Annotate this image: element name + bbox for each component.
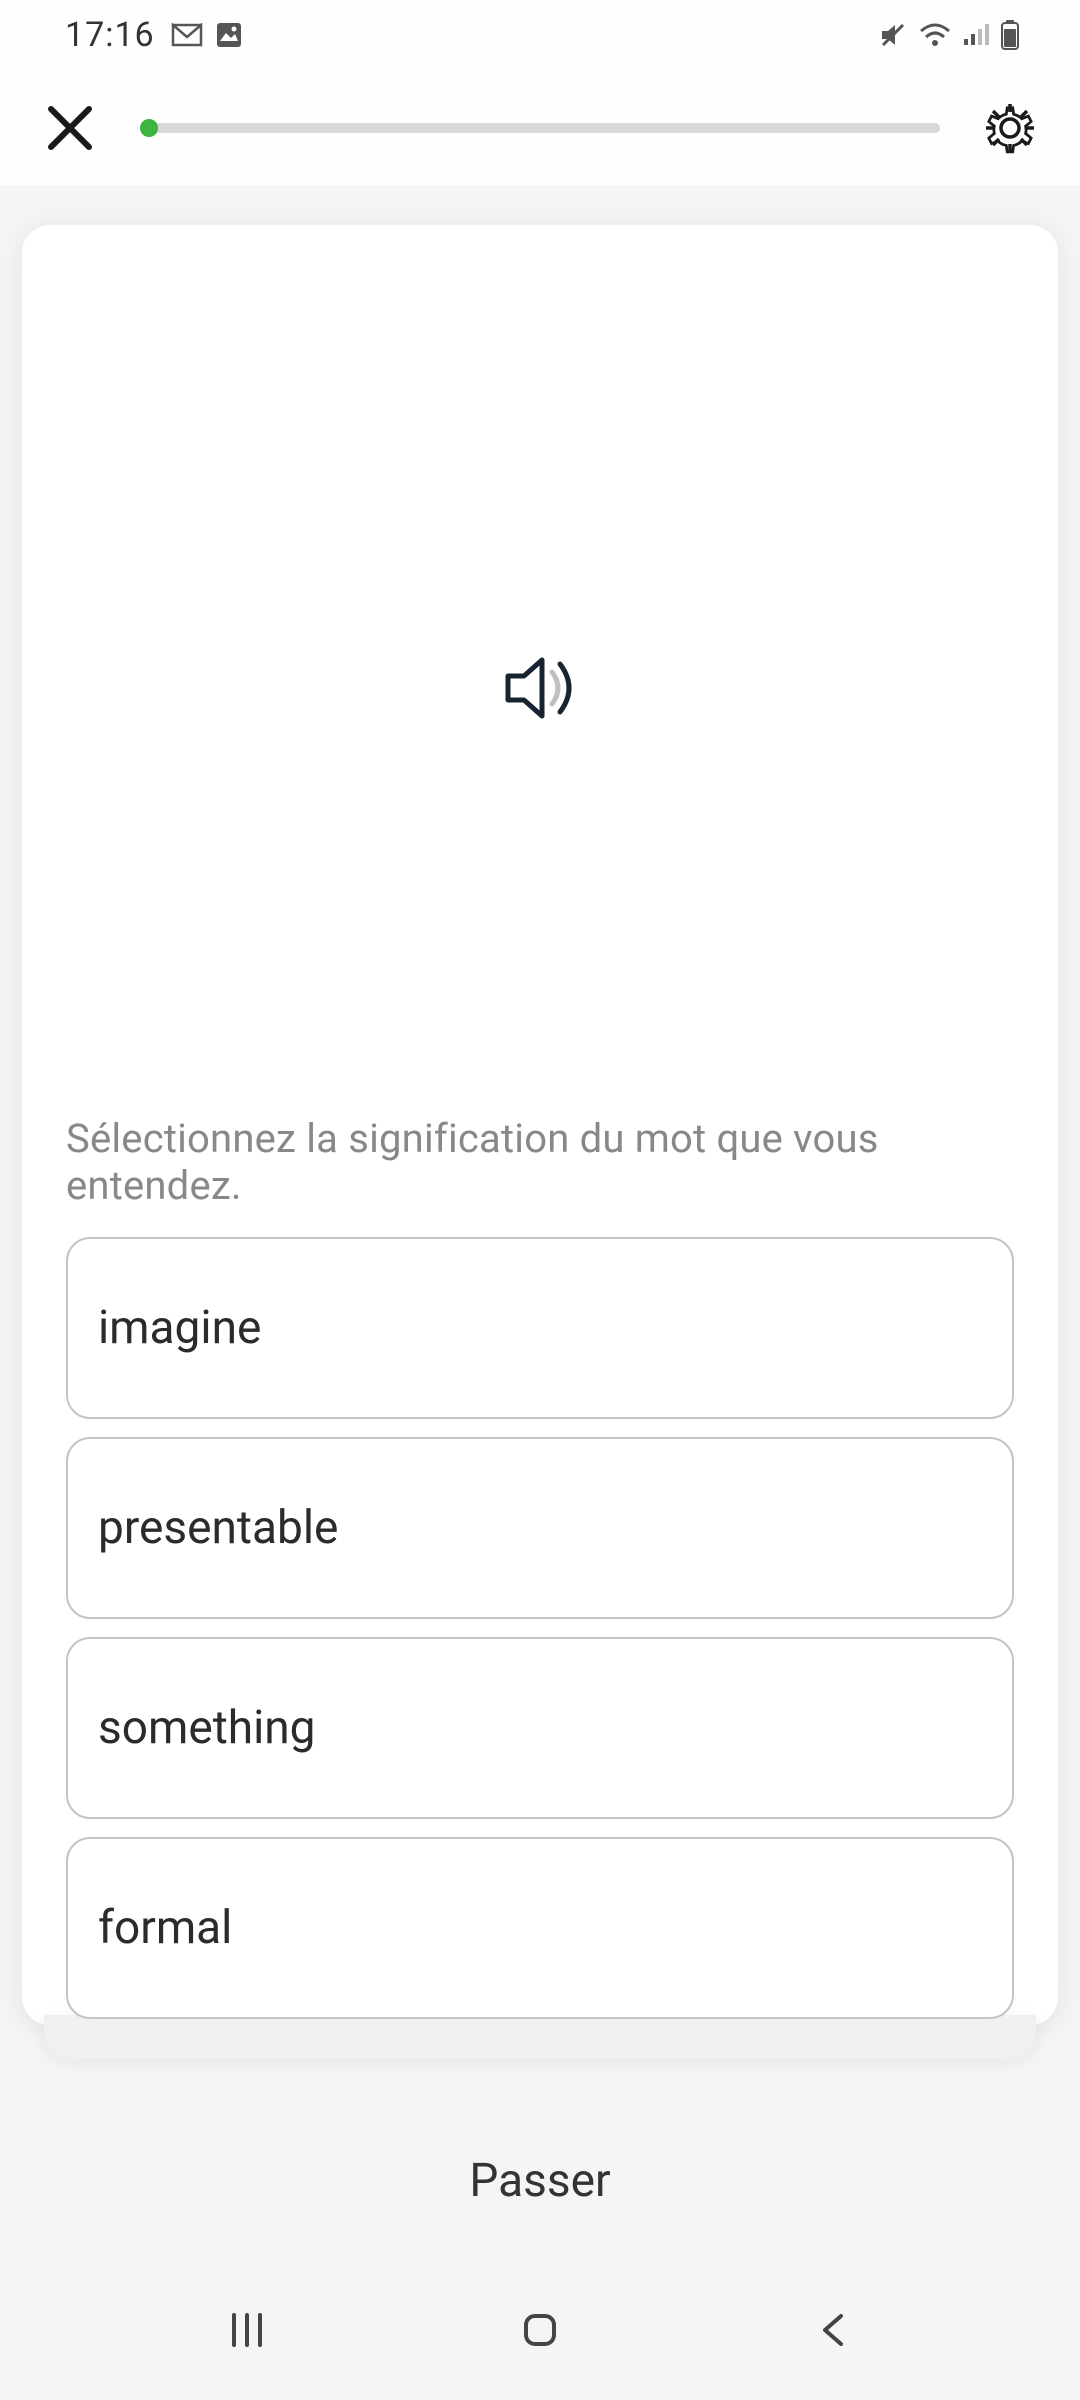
answer-option-1[interactable]: imagine — [66, 1237, 1014, 1419]
speaker-icon — [496, 644, 584, 732]
recents-icon — [226, 2309, 268, 2351]
skip-label: Passer — [469, 2154, 610, 2208]
recents-button[interactable] — [217, 2300, 277, 2360]
back-icon — [817, 2310, 849, 2350]
progress-indicator — [140, 119, 158, 137]
home-button[interactable] — [510, 2300, 570, 2360]
answer-option-4[interactable]: formal — [66, 1837, 1014, 2019]
option-label: imagine — [98, 1301, 261, 1355]
progress-bar — [140, 123, 940, 133]
answer-option-2[interactable]: presentable — [66, 1437, 1014, 1619]
back-button[interactable] — [803, 2300, 863, 2360]
audio-play-area — [66, 265, 1014, 1115]
question-card: Sélectionnez la signification du mot que… — [22, 225, 1058, 2025]
close-button[interactable] — [40, 98, 100, 158]
system-nav-bar — [0, 2260, 1080, 2400]
option-label: formal — [98, 1901, 232, 1955]
instruction-text: Sélectionnez la signification du mot que… — [66, 1115, 1014, 1209]
top-bar — [0, 70, 1080, 185]
option-label: presentable — [98, 1501, 338, 1555]
gmail-icon — [171, 23, 203, 47]
battery-icon — [1000, 20, 1020, 50]
signal-icon — [962, 23, 990, 47]
status-bar: 17:16 — [0, 0, 1080, 70]
status-right — [878, 20, 1020, 50]
home-icon — [520, 2310, 560, 2350]
gear-icon — [982, 100, 1038, 156]
answer-options: imagine presentable something formal — [66, 1237, 1014, 2019]
status-left: 17:16 — [65, 15, 243, 55]
status-time: 17:16 — [65, 15, 155, 55]
play-audio-button[interactable] — [496, 644, 584, 736]
answer-option-3[interactable]: something — [66, 1637, 1014, 1819]
skip-button[interactable]: Passer — [0, 2134, 1080, 2228]
gallery-icon — [215, 21, 243, 49]
wifi-icon — [918, 21, 952, 49]
close-icon — [43, 101, 97, 155]
mute-icon — [878, 20, 908, 50]
card-stack-shadow — [44, 2015, 1036, 2059]
option-label: something — [98, 1701, 316, 1755]
settings-button[interactable] — [980, 98, 1040, 158]
status-app-icons — [171, 21, 243, 49]
